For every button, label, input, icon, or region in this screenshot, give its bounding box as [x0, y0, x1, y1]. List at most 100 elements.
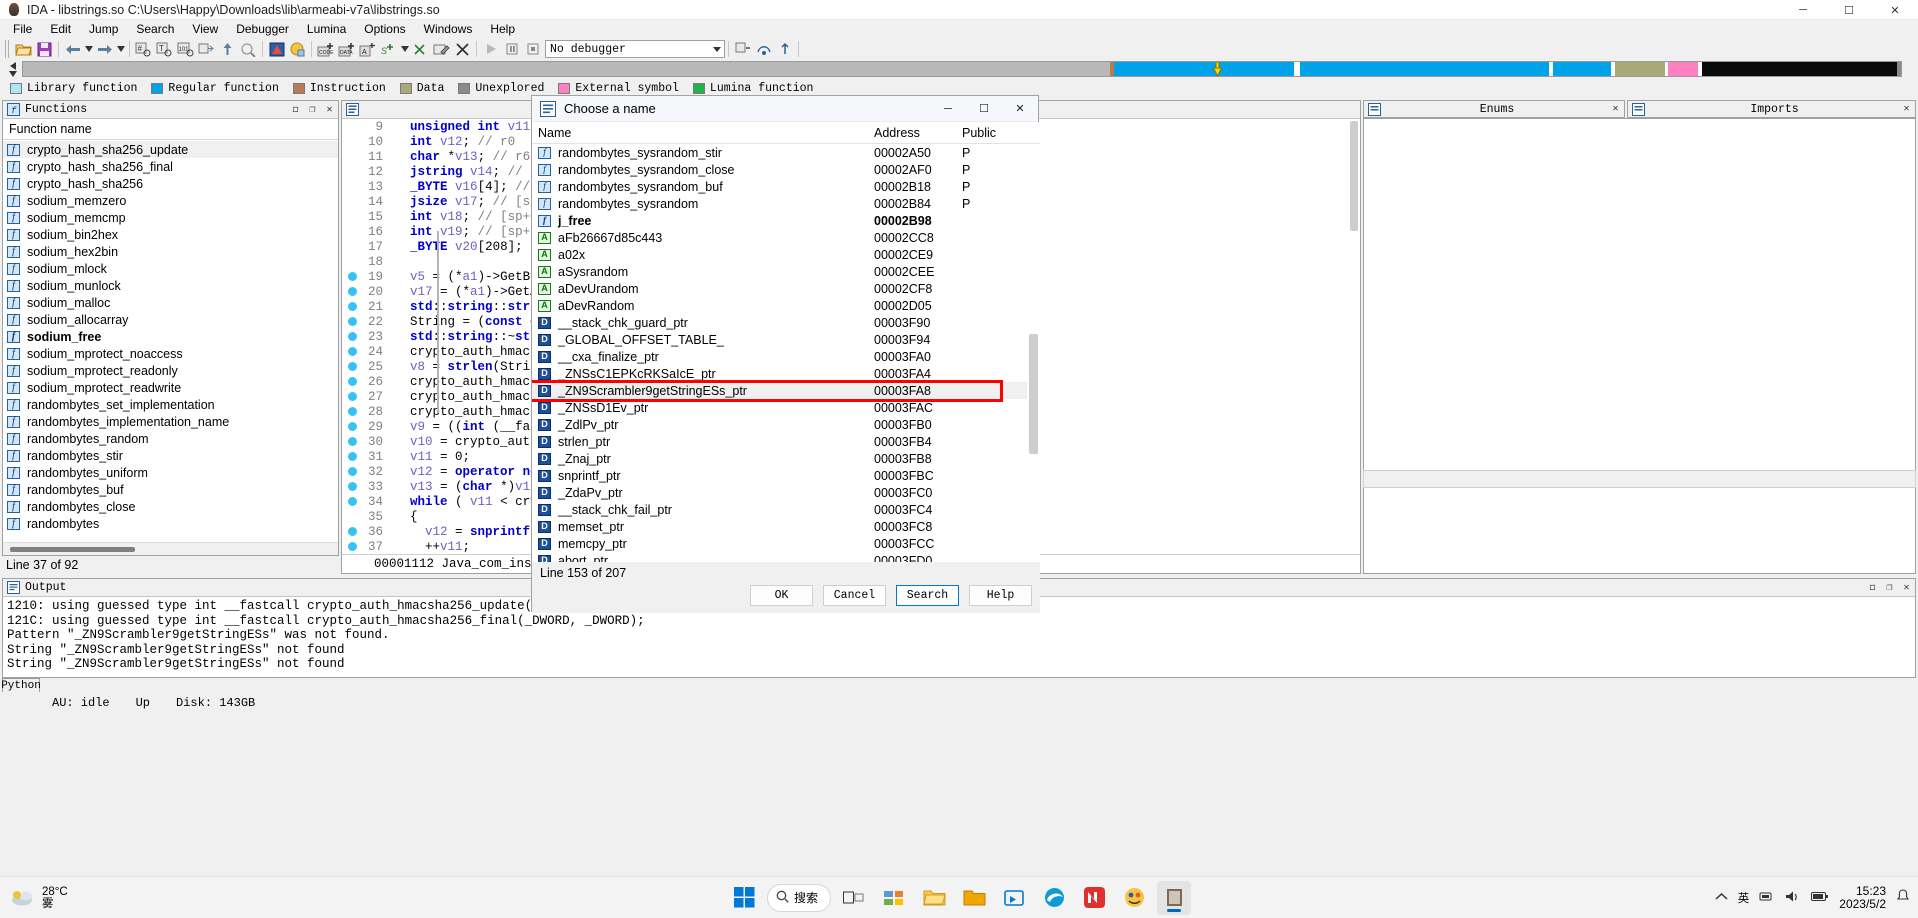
- function-list-item[interactable]: f crypto_hash_sha256: [3, 175, 338, 192]
- nav-segment-12[interactable]: [1702, 62, 1898, 76]
- breakpoint-dot-icon[interactable]: [348, 452, 357, 461]
- dialog-list-row[interactable]: f randombytes_sysrandom_close 00002AF0 P: [532, 161, 1027, 178]
- dialog-list-row[interactable]: Dstrlen_ptr 00003FB4: [532, 433, 1027, 450]
- python-tab[interactable]: Python: [1, 678, 41, 692]
- function-list-item[interactable]: f sodium_malloc: [3, 294, 338, 311]
- struct-dropdown-icon[interactable]: [399, 39, 410, 59]
- panel-float-icon[interactable]: ❐: [304, 102, 321, 118]
- function-list-item[interactable]: f randombytes_uniform: [3, 464, 338, 481]
- function-list-item[interactable]: f randombytes_buf: [3, 481, 338, 498]
- notification-icon[interactable]: [1896, 889, 1910, 906]
- help-button[interactable]: Help: [969, 585, 1032, 606]
- nav-segment-10[interactable]: [1668, 62, 1699, 76]
- menu-item-options[interactable]: Options: [355, 21, 414, 37]
- make-struct-icon[interactable]: S: [378, 39, 399, 59]
- ime-indicator[interactable]: 英: [1738, 890, 1750, 906]
- search-button[interactable]: Search: [896, 585, 959, 606]
- widgets-icon[interactable]: [877, 881, 911, 915]
- breakpoint-dot-icon[interactable]: [348, 272, 357, 281]
- function-list-item[interactable]: f sodium_hex2bin: [3, 243, 338, 260]
- function-list-item[interactable]: f crypto_hash_sha256_update: [3, 141, 338, 158]
- navigator-color-bar[interactable]: [22, 61, 1902, 78]
- function-list-item[interactable]: f sodium_allocarray: [3, 311, 338, 328]
- nav-segment-6[interactable]: [1553, 62, 1612, 76]
- breakpoint-dot-icon[interactable]: [348, 437, 357, 446]
- function-list-item[interactable]: f sodium_memcmp: [3, 209, 338, 226]
- step-out-icon[interactable]: [774, 39, 795, 59]
- warning-icon[interactable]: [266, 39, 287, 59]
- dialog-list-row[interactable]: AaSysrandom 00002CEE: [532, 263, 1027, 280]
- dialog-list-row[interactable]: Dsnprintf_ptr 00003FBC: [532, 467, 1027, 484]
- function-list-item[interactable]: f randombytes: [3, 515, 338, 532]
- pause-icon[interactable]: [501, 39, 522, 59]
- ida-taskbar-icon[interactable]: [1157, 880, 1192, 915]
- menu-item-windows[interactable]: Windows: [415, 21, 482, 37]
- search-hash-icon[interactable]: #: [133, 39, 154, 59]
- function-list-item[interactable]: f sodium_memzero: [3, 192, 338, 209]
- functions-list[interactable]: f crypto_hash_sha256_update f crypto_hash_s…: [3, 141, 338, 541]
- save-icon[interactable]: [34, 39, 55, 59]
- menu-item-view[interactable]: View: [183, 21, 227, 37]
- dialog-column-headers[interactable]: Name Address Public: [532, 122, 1040, 144]
- make-ascii-icon[interactable]: A: [357, 39, 378, 59]
- imports-panel-header[interactable]: Imports ✕: [1627, 100, 1916, 118]
- dialog-maximize-button[interactable]: ☐: [966, 96, 1002, 122]
- dialog-list-row[interactable]: f randombytes_sysrandom_stir 00002A50 P: [532, 144, 1027, 161]
- dialog-list-row[interactable]: D _Znaj_ptr 00003FB8: [532, 450, 1027, 467]
- breakpoint-dot-icon[interactable]: [348, 287, 357, 296]
- breakpoint-dot-icon[interactable]: [348, 317, 357, 326]
- column-address[interactable]: Address: [874, 126, 962, 140]
- back-arrow-icon[interactable]: [62, 39, 83, 59]
- dialog-list-row[interactable]: D _ZN9Scrambler9getStringESs_ptr 00003FA8: [532, 380, 1027, 402]
- breakpoint-dot-icon[interactable]: [348, 392, 357, 401]
- make-code-icon[interactable]: CODE: [315, 39, 336, 59]
- network-icon[interactable]: [1759, 890, 1775, 906]
- breakpoint-dot-icon[interactable]: [348, 302, 357, 311]
- app-icon-colored[interactable]: [1117, 881, 1151, 915]
- stop-icon[interactable]: [522, 39, 543, 59]
- function-list-item[interactable]: f randombytes_implementation_name: [3, 413, 338, 430]
- function-list-item[interactable]: f crypto_hash_sha256_final: [3, 158, 338, 175]
- folder-icon[interactable]: [957, 881, 991, 915]
- nav-segment-4[interactable]: [1299, 62, 1550, 76]
- taskview-icon[interactable]: [837, 881, 871, 915]
- dialog-list-row[interactable]: D __stack_chk_fail_ptr 00003FC4: [532, 501, 1027, 518]
- weather-widget[interactable]: 28°C 雾: [10, 886, 68, 910]
- breakpoint-dot-icon[interactable]: [348, 527, 357, 536]
- store-icon[interactable]: [997, 881, 1031, 915]
- dialog-list-row[interactable]: D _ZNSsD1Ev_ptr 00003FAC: [532, 399, 1027, 416]
- taskbar-search[interactable]: 搜索: [766, 883, 832, 912]
- function-list-item[interactable]: f sodium_mprotect_noaccess: [3, 345, 338, 362]
- menu-item-edit[interactable]: Edit: [41, 21, 80, 37]
- dialog-list-row[interactable]: f j_free 00002B98: [532, 212, 1027, 229]
- cancel-button[interactable]: Cancel: [823, 585, 886, 606]
- forward-arrow-icon[interactable]: [94, 39, 115, 59]
- maximize-button[interactable]: ☐: [1826, 0, 1872, 20]
- make-data-icon[interactable]: DATA: [336, 39, 357, 59]
- tray-chevron-up-icon[interactable]: [1715, 892, 1728, 904]
- dialog-list-row[interactable]: D _GLOBAL_OFFSET_TABLE_ 00003F94: [532, 331, 1027, 348]
- dialog-list-row[interactable]: D __stack_chk_guard_ptr 00003F90: [532, 314, 1027, 331]
- dialog-name-list[interactable]: f randombytes_sysrandom_stir 00002A50 Pf ran…: [532, 144, 1027, 562]
- breakpoint-dot-icon[interactable]: [348, 482, 357, 491]
- netease-icon[interactable]: [1077, 881, 1111, 915]
- output-close-icon[interactable]: ✕: [1898, 580, 1915, 596]
- nav-segment-8[interactable]: [1615, 62, 1666, 76]
- function-list-item[interactable]: f randombytes_set_implementation: [3, 396, 338, 413]
- nav-segment-13[interactable]: [1897, 62, 1902, 76]
- nav-segment-2[interactable]: [1113, 62, 1294, 76]
- ok-button[interactable]: OK: [750, 585, 813, 606]
- edit-icon[interactable]: [431, 39, 452, 59]
- function-list-item[interactable]: f randombytes_close: [3, 498, 338, 515]
- open-file-icon[interactable]: [13, 39, 34, 59]
- breakpoint-dot-icon[interactable]: [348, 407, 357, 416]
- dialog-list-row[interactable]: D __cxa_finalize_ptr 00003FA0: [532, 348, 1027, 365]
- toolbar-grip[interactable]: [5, 40, 10, 58]
- battery-icon[interactable]: [1811, 891, 1829, 905]
- dialog-vscrollbar[interactable]: [1027, 144, 1040, 562]
- dialog-minimize-button[interactable]: ─: [930, 96, 966, 122]
- column-name[interactable]: Name: [532, 126, 874, 140]
- code-vscroll-thumb[interactable]: [1350, 121, 1358, 231]
- dialog-list-row[interactable]: AaFb26667d85c443 00002CC8: [532, 229, 1027, 246]
- breakpoint-dot-icon[interactable]: [348, 347, 357, 356]
